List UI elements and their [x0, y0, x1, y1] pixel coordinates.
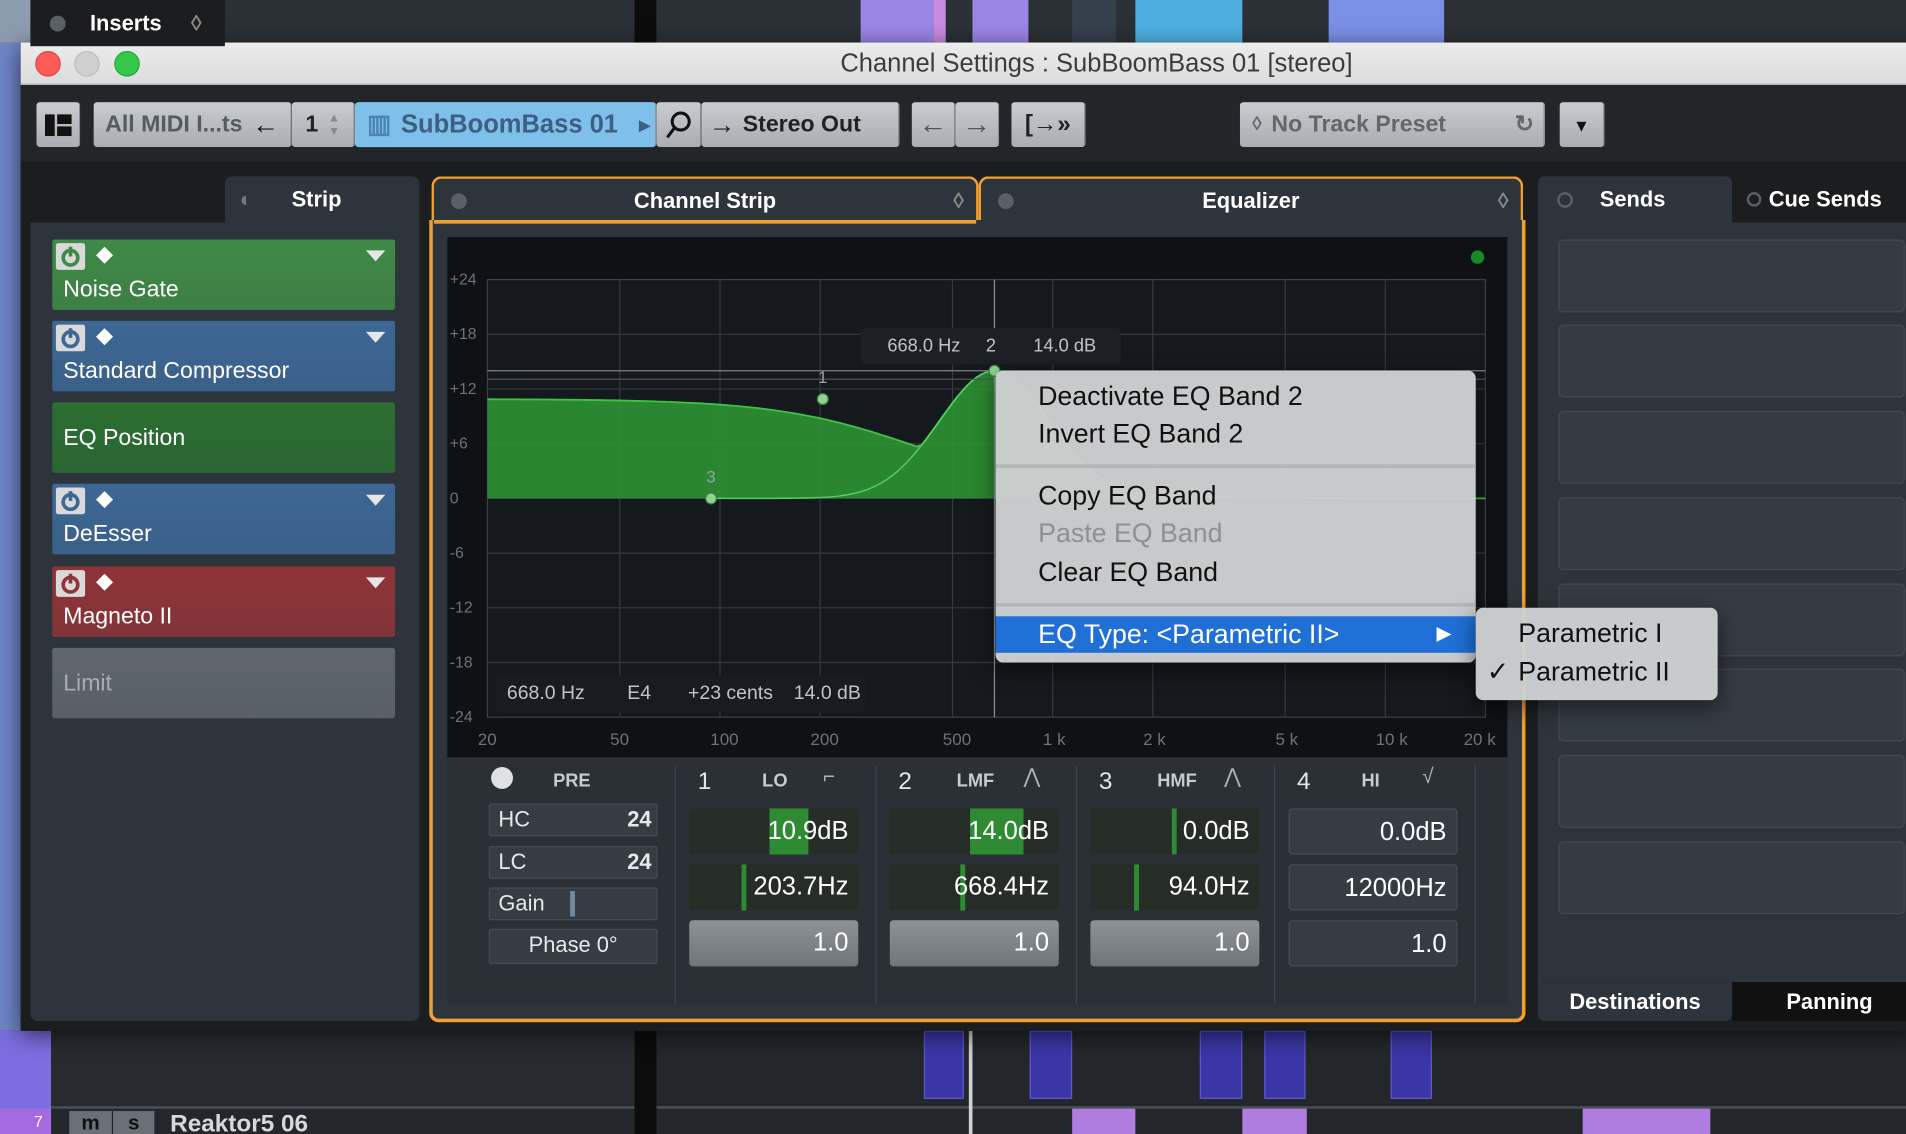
- tab-sends[interactable]: Sends: [1537, 176, 1733, 223]
- menu-item-deactivate-band[interactable]: Deactivate EQ Band 2: [996, 378, 1476, 414]
- band-q-control[interactable]: 1.0: [1288, 920, 1458, 967]
- db-tick-label: -6: [449, 543, 464, 562]
- band-label: 1: [818, 368, 827, 387]
- freq-tick-label: 500: [942, 729, 972, 749]
- band-gain-control[interactable]: 10.9dB: [689, 808, 859, 855]
- menu-item-eq-type[interactable]: EQ Type: <Parametric II> ▶: [995, 616, 1476, 653]
- checkmark-icon: ✓: [1486, 656, 1510, 687]
- low-shelf-icon[interactable]: ⌐: [823, 765, 835, 789]
- band-q-control[interactable]: 1.0: [1090, 920, 1260, 967]
- db-tick-label: +6: [449, 433, 468, 453]
- send-slot[interactable]: [1558, 754, 1905, 828]
- menu-item-invert-band[interactable]: Invert EQ Band 2: [996, 416, 1476, 452]
- band-label: 3: [706, 468, 715, 487]
- freq-tick-label: 200: [810, 729, 839, 749]
- band-gain-control[interactable]: 14.0dB: [889, 808, 1059, 855]
- freq-tick-label: 2 k: [1143, 729, 1166, 749]
- menu-separator: [995, 602, 1476, 607]
- freq-tick-label: 20 k: [1463, 729, 1496, 749]
- menu-item-parametric-1[interactable]: Parametric I: [1476, 615, 1718, 651]
- db-tick-label: +12: [449, 379, 477, 398]
- band-gain-control[interactable]: 0.0dB: [1090, 808, 1260, 855]
- db-tick-label: 0: [449, 488, 459, 507]
- band-name: LO: [762, 770, 788, 792]
- low-cut-control[interactable]: LC 24: [488, 846, 658, 879]
- band-number: 2: [898, 768, 912, 796]
- send-slot[interactable]: [1558, 497, 1905, 571]
- freq-tick-label: 10 k: [1375, 729, 1408, 749]
- peak-icon[interactable]: ⋀: [1024, 765, 1041, 789]
- high-cut-control[interactable]: HC 24: [488, 803, 658, 837]
- band-frequency-control[interactable]: 12000Hz: [1288, 864, 1458, 911]
- tab-destinations[interactable]: Destinations: [1537, 982, 1733, 1022]
- band-q-control[interactable]: 1.0: [689, 920, 859, 967]
- sends-panel: [1537, 222, 1906, 983]
- freq-tick-label: 50: [610, 729, 630, 749]
- db-tick-label: +24: [449, 269, 477, 289]
- band-tooltip: 668.0 Hz 2 14.0 dB: [860, 328, 1121, 365]
- peak-icon[interactable]: ⋀: [1224, 765, 1241, 789]
- band-name: HMF: [1157, 770, 1197, 792]
- band-frequency-control[interactable]: 668.4Hz: [889, 864, 1059, 911]
- band-q-control[interactable]: 1.0: [889, 920, 1059, 967]
- db-tick-label: -24: [449, 707, 473, 726]
- send-slot[interactable]: [1558, 841, 1905, 915]
- menu-item-clear-band[interactable]: Clear EQ Band: [996, 554, 1476, 590]
- freq-tick-label: 100: [710, 729, 739, 749]
- phase-button[interactable]: Phase 0°: [488, 928, 658, 964]
- band-frequency-control[interactable]: 94.0Hz: [1090, 864, 1260, 911]
- menu-item-paste-band[interactable]: Paste EQ Band: [996, 515, 1476, 551]
- band-number: 4: [1297, 768, 1311, 796]
- band-handle: [816, 392, 829, 406]
- menu-separator: [995, 464, 1476, 469]
- stage: 7 m s Reaktor5 06 Channel Settings : Sub…: [0, 0, 1906, 1134]
- freq-tick-label: 20: [477, 729, 497, 749]
- band-name: LMF: [956, 770, 995, 792]
- send-slot[interactable]: [1558, 410, 1905, 484]
- band-gain-control[interactable]: 0.0dB: [1288, 808, 1458, 855]
- band-handle: [704, 492, 718, 505]
- db-tick-label: -18: [449, 652, 473, 672]
- eq-type-submenu: Parametric I ✓ Parametric II: [1475, 607, 1718, 701]
- pre-toggle[interactable]: [491, 767, 513, 789]
- band-number: 3: [1098, 768, 1113, 796]
- send-slot[interactable]: [1558, 324, 1905, 398]
- db-tick-label: -12: [449, 598, 473, 617]
- submenu-arrow-icon: ▶: [1436, 623, 1452, 645]
- tab-cue-sends[interactable]: Cue Sends: [1732, 176, 1906, 223]
- band-frequency-control[interactable]: 203.7Hz: [689, 864, 859, 911]
- send-slot[interactable]: [1558, 239, 1905, 313]
- band-number: 1: [697, 768, 712, 796]
- tab-panning[interactable]: Panning: [1732, 982, 1906, 1022]
- menu-item-copy-band[interactable]: Copy EQ Band: [996, 478, 1476, 514]
- freq-tick-label: 5 k: [1275, 729, 1299, 749]
- band-name: HI: [1361, 770, 1380, 792]
- cursor-readout: 668.0 Hz E4 +23 cents 14.0 dB: [495, 675, 866, 713]
- menu-item-parametric-2[interactable]: ✓ Parametric II: [1476, 654, 1718, 690]
- context-menu: Deactivate EQ Band 2 Invert EQ Band 2 Co…: [995, 370, 1476, 663]
- db-tick-label: +18: [449, 324, 477, 343]
- gain-slider[interactable]: Gain: [488, 887, 658, 921]
- freq-tick-label: 1 k: [1042, 729, 1066, 749]
- high-shelf-icon[interactable]: √: [1422, 765, 1433, 789]
